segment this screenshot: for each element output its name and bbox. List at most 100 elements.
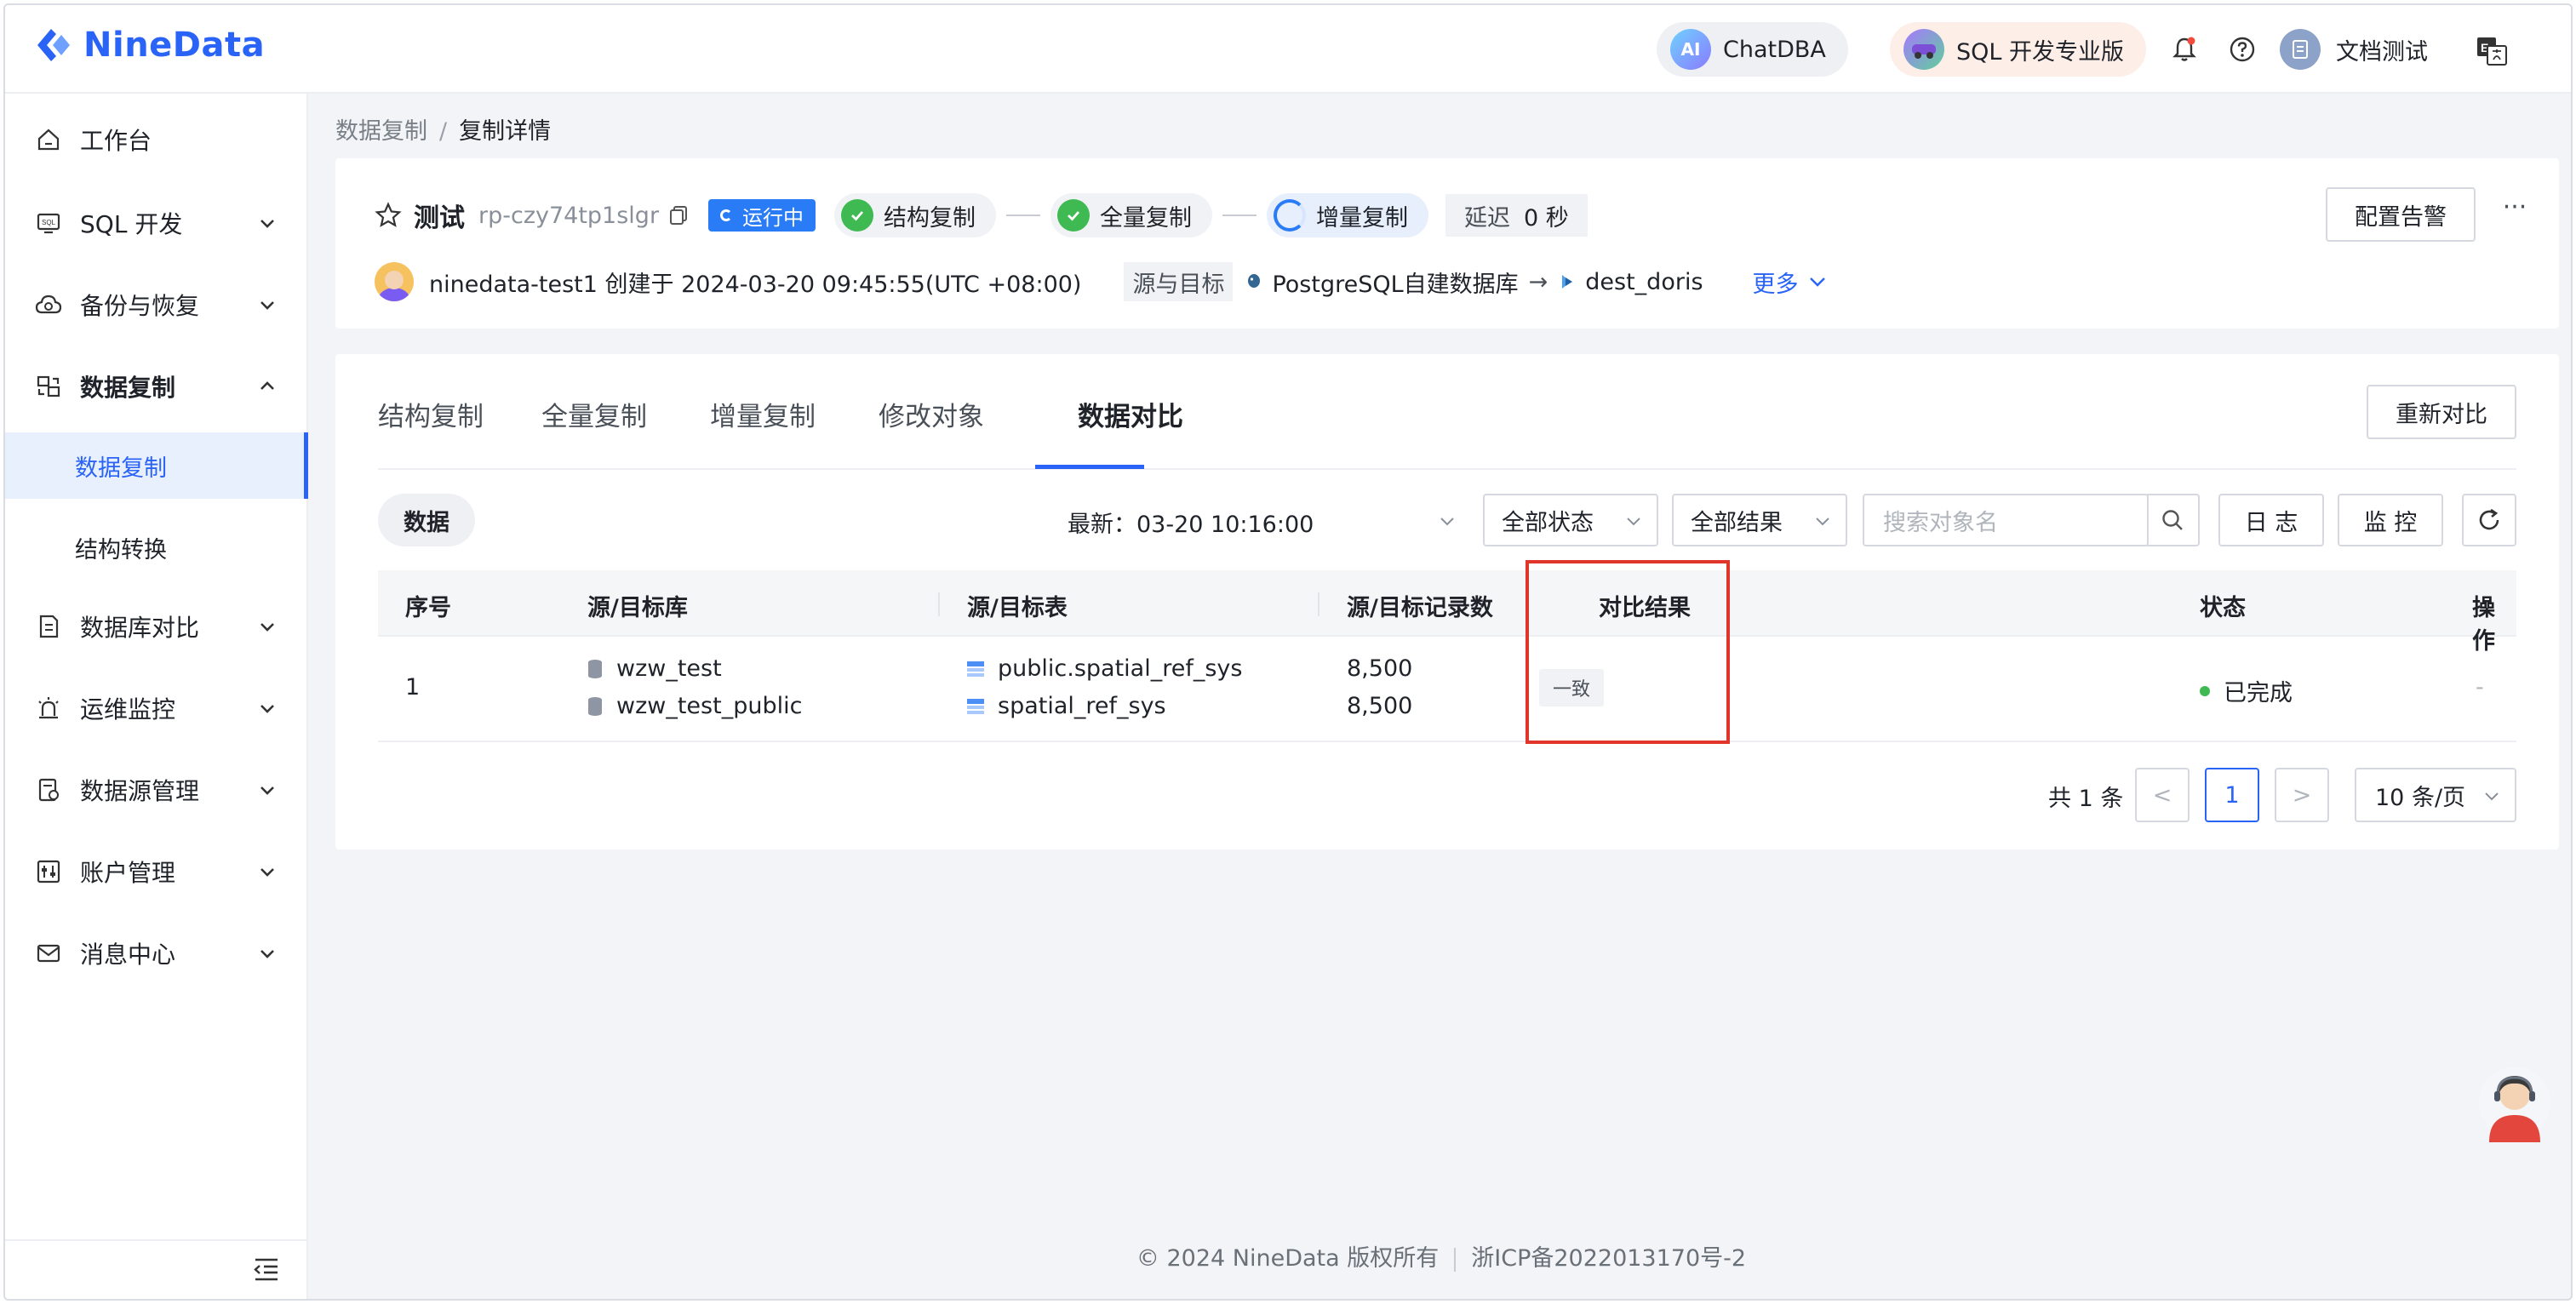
mail-icon [34, 939, 63, 968]
sidebar-item-workbench[interactable]: 工作台 [5, 107, 308, 172]
page-size-value: 10 条/页 [2375, 779, 2465, 812]
sidebar-item-label: 工作台 [80, 123, 152, 157]
sidebar-item-datasource[interactable]: 数据源管理 [5, 758, 308, 822]
sql-pro-button[interactable]: SQL 开发专业版 [1890, 22, 2146, 77]
log-button[interactable]: 日 志 [2218, 494, 2324, 546]
chevron-down-icon [257, 616, 278, 637]
more-toggle[interactable]: 更多 [1753, 266, 1828, 299]
sidebar-item-data-replication[interactable]: 数据复制 [5, 354, 308, 419]
top-bar: NineData AI ChatDBA SQL 开发专业版 文档测试 En [5, 5, 2571, 94]
highlight-annotation-box [1526, 560, 1730, 744]
sidebar-item-label: 数据源管理 [80, 773, 199, 807]
chevron-down-icon [257, 698, 278, 718]
loading-icon [720, 209, 732, 221]
active-tab-indicator [1035, 465, 1144, 469]
result-filter-select[interactable]: 全部结果 [1672, 494, 1847, 546]
stage-connector [1006, 214, 1040, 216]
collapse-sidebar-icon[interactable] [252, 1256, 281, 1282]
data-filter-chip[interactable]: 数据 [378, 494, 475, 546]
target-count: 8,500 [1347, 693, 1412, 719]
chevron-down-icon [257, 861, 278, 882]
app-window: NineData AI ChatDBA SQL 开发专业版 文档测试 En [3, 3, 2573, 1301]
ninedata-logo-icon [32, 24, 75, 66]
icp-link[interactable]: 浙ICP备2022013170号-2 [1471, 1245, 1746, 1272]
sidebar-item-sql-dev[interactable]: SQL SQL 开发 [5, 191, 308, 255]
status-dot [2200, 686, 2210, 696]
stage-schema-copy[interactable]: 结构复制 [834, 193, 996, 237]
chevron-down-icon [257, 780, 278, 800]
prev-page-button[interactable]: < [2135, 768, 2190, 822]
spinner-icon [1274, 199, 1306, 232]
page-size-select[interactable]: 10 条/页 [2355, 768, 2516, 822]
next-page-button[interactable]: > [2275, 768, 2329, 822]
monitor-button[interactable]: 监 控 [2338, 494, 2443, 546]
row-status-label: 已完成 [2224, 674, 2293, 707]
alarm-icon [34, 694, 63, 723]
sidebar-item-account[interactable]: 账户管理 [5, 839, 308, 904]
task-meta-row: ninedata-test1 创建于 2024-03-20 09:45:55(U… [375, 260, 1828, 303]
sidebar-item-db-compare[interactable]: 数据库对比 [5, 594, 308, 659]
copy-icon[interactable] [667, 204, 690, 226]
table-icon [967, 660, 984, 678]
user-menu[interactable]: 文档测试 [2280, 29, 2428, 70]
search-button[interactable] [2147, 494, 2200, 546]
sidebar-item-backup[interactable]: 备份与恢复 [5, 272, 308, 337]
task-summary-card: 测试 rp-czy74tp1slgr 运行中 结构复制 全量复制 增量复制 [335, 158, 2559, 329]
search-input[interactable]: 搜索对象名 [1863, 494, 2149, 546]
user-name: 文档测试 [2336, 33, 2428, 66]
page-footer: © 2024 NineData 版权所有浙ICP备2022013170号-2 [308, 1239, 2573, 1273]
tab-full-copy[interactable]: 全量复制 [541, 395, 647, 433]
creator-line: ninedata-test1 创建于 2024-03-20 09:45:55(U… [429, 266, 1081, 299]
stage-full-copy[interactable]: 全量复制 [1050, 193, 1212, 237]
chevron-down-icon [1807, 272, 1828, 292]
logo[interactable]: NineData [32, 24, 265, 66]
star-icon[interactable] [375, 202, 402, 229]
chatdba-button[interactable]: AI ChatDBA [1657, 22, 1848, 77]
chatdba-label: ChatDBA [1723, 37, 1826, 63]
creator-avatar [375, 262, 414, 301]
delay-value: 0 秒 [1524, 199, 1569, 232]
tab-incremental-copy[interactable]: 增量复制 [710, 395, 816, 433]
configure-alert-button[interactable]: 配置告警 [2326, 187, 2476, 242]
sql-monitor-icon: SQL [34, 209, 63, 237]
tab-data-compare[interactable]: 数据对比 [1078, 395, 1183, 433]
sidebar-item-ops-monitor[interactable]: 运维监控 [5, 676, 308, 741]
language-switch-icon[interactable]: En [2476, 34, 2508, 66]
stage-label: 结构复制 [884, 199, 976, 232]
status-badge-label: 运行中 [742, 201, 804, 231]
sidebar: 工作台 SQL SQL 开发 备份与恢复 数据复制 数据复制 [5, 94, 308, 1301]
car-icon [1903, 29, 1944, 70]
table-row[interactable]: 1 wzw_test wzw_test_public public.spatia… [378, 637, 2516, 742]
tab-modify-objects[interactable]: 修改对象 [879, 395, 984, 433]
sidebar-item-label: 消息中心 [80, 936, 175, 970]
notification-bell-icon[interactable] [2169, 34, 2200, 65]
tab-schema-copy[interactable]: 结构复制 [378, 395, 484, 433]
recompare-button[interactable]: 重新对比 [2367, 385, 2516, 439]
help-icon[interactable] [2227, 34, 2258, 65]
chevron-up-icon [257, 376, 278, 397]
stage-label: 增量复制 [1316, 199, 1408, 232]
sidebar-item-label: SQL 开发 [80, 206, 182, 240]
stage-incremental-copy[interactable]: 增量复制 [1267, 193, 1428, 237]
refresh-button[interactable] [2462, 494, 2516, 546]
sidebar-item-label: 账户管理 [80, 855, 175, 889]
stage-label: 全量复制 [1100, 199, 1192, 232]
chevron-down-icon[interactable] [1437, 511, 1457, 531]
page-button-current[interactable]: 1 [2205, 768, 2259, 822]
latest-run-select[interactable]: 最新：03-20 10:16:00 [1068, 506, 1314, 539]
status-filter-select[interactable]: 全部状态 [1483, 494, 1658, 546]
sidebar-subitem-schema-conversion[interactable]: 结构转换 [5, 514, 308, 581]
support-assistant-icon[interactable] [2477, 1061, 2552, 1144]
refresh-icon [2476, 506, 2503, 534]
check-circle-icon [841, 199, 873, 232]
ai-robot-icon: AI [1670, 29, 1711, 70]
sidebar-item-label: 结构转换 [75, 531, 167, 564]
sidebar-item-label: 运维监控 [80, 691, 175, 725]
sidebar-subitem-data-replication[interactable]: 数据复制 [5, 432, 308, 499]
task-id: rp-czy74tp1slgr [478, 203, 659, 229]
source-db: wzw_test [587, 655, 722, 682]
chevron-down-icon [2482, 786, 2501, 805]
sidebar-item-messages[interactable]: 消息中心 [5, 921, 308, 986]
breadcrumb-parent[interactable]: 数据复制 [335, 118, 427, 145]
more-actions-icon[interactable]: ··· [2498, 199, 2532, 225]
